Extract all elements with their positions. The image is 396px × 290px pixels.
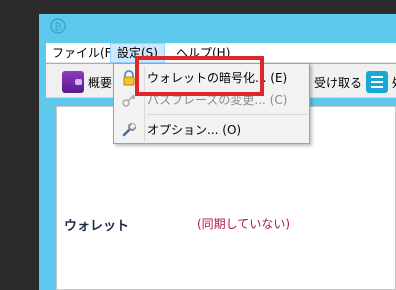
transactions-button[interactable]: 処: [366, 70, 396, 94]
menu-separator: [147, 114, 307, 115]
receive-button[interactable]: 受け取る: [314, 70, 362, 94]
svg-text:₿: ₿: [54, 21, 61, 33]
annotation-highlight-box: [135, 56, 264, 96]
menu-item-options[interactable]: オプション... (O): [116, 119, 307, 141]
list-icon: [366, 71, 388, 93]
bitcoin-icon: ₿: [50, 18, 66, 34]
overview-button[interactable]: 概要: [62, 70, 112, 94]
options-label: オプション... (O): [147, 123, 242, 137]
transactions-label: 処: [392, 74, 396, 91]
receive-label: 受け取る: [314, 75, 363, 90]
wallet-icon: [62, 71, 84, 93]
sync-status-label: (同期していない): [197, 217, 291, 231]
wrench-icon: [122, 123, 136, 137]
wallet-heading: ウォレット: [64, 219, 130, 234]
overview-label: 概要: [88, 75, 113, 90]
